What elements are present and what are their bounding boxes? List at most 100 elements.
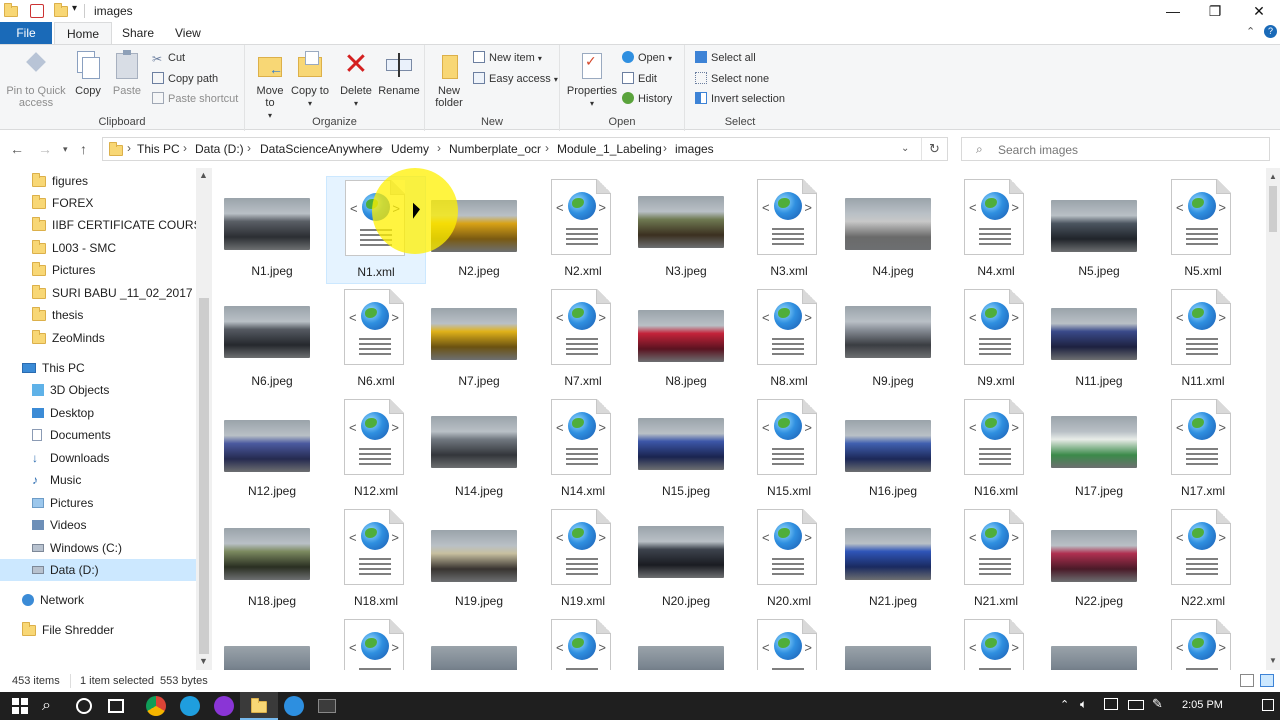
xml-file-item[interactable]: < > N18.xml [326, 506, 426, 614]
nav-music[interactable]: ♪ Music [32, 469, 81, 491]
paste-button[interactable]: Paste [108, 49, 146, 97]
select-all-button[interactable]: Select all [695, 49, 756, 67]
jpeg-file-item[interactable]: N22.jpeg [1049, 506, 1149, 614]
pin-quick-access-button[interactable]: Pin to Quick access [4, 49, 68, 109]
maximize-button[interactable]: ❐ [1192, 0, 1238, 22]
select-none-button[interactable]: Select none [695, 70, 769, 88]
xml-file-item[interactable]: < > N4.xml [946, 176, 1046, 284]
network-tray-icon[interactable] [1104, 698, 1118, 710]
breadcrumb-udemy[interactable]: Udemy [391, 142, 429, 156]
details-view-icon[interactable] [1240, 674, 1254, 687]
xml-file-item[interactable]: < > N7.xml [533, 286, 633, 394]
copy-button[interactable]: Copy [70, 49, 106, 97]
nav-file-shredder[interactable]: File Shredder [22, 619, 114, 641]
breadcrumb-numberplate-ocr[interactable]: Numberplate_ocr [449, 142, 541, 156]
customize-toolbar-icon[interactable]: ▾ [72, 3, 77, 14]
scroll-down-icon[interactable]: ▼ [199, 656, 208, 666]
xml-file-item[interactable]: < > N16.xml [946, 396, 1046, 504]
xml-file-item[interactable]: < > N3.xml [739, 176, 839, 284]
notification-icon[interactable] [1262, 699, 1274, 711]
sidebar-scrollbar[interactable]: ▲ ▼ [196, 168, 212, 670]
jpeg-file-item[interactable]: N8.jpeg [636, 286, 736, 394]
show-hidden-icons-icon[interactable]: ⌃ [1060, 698, 1069, 711]
nav-folder-forex[interactable]: FOREX [32, 192, 93, 214]
copy-path-button[interactable]: Copy path [152, 70, 218, 88]
nav-folder-iibf[interactable]: IIBF CERTIFICATE COURSE [32, 214, 210, 236]
jpeg-file-item[interactable]: N4.jpeg [843, 176, 943, 284]
close-button[interactable]: ✕ [1236, 0, 1280, 22]
paste-shortcut-button[interactable]: Paste shortcut [152, 90, 238, 108]
easy-access-button[interactable]: Easy access ▾ [473, 70, 558, 88]
nav-desktop[interactable]: Desktop [32, 402, 94, 424]
nav-documents[interactable]: Documents [32, 424, 111, 446]
xml-file-item[interactable]: < > N8.xml [739, 286, 839, 394]
jpeg-file-item[interactable]: N7.jpeg [429, 286, 529, 394]
chrome-icon[interactable] [146, 696, 166, 716]
xml-file-item[interactable]: < > N14.xml [533, 396, 633, 504]
move-to-button[interactable]: ← Move to ▾ [251, 49, 289, 122]
recent-locations-icon[interactable]: ▾ [63, 144, 68, 155]
xml-file-item[interactable]: < > N6.xml [326, 286, 426, 394]
nav-3d-objects[interactable]: 3D Objects [32, 379, 109, 401]
jpeg-file-item[interactable]: N11.jpeg [1049, 286, 1149, 394]
xml-file-item[interactable]: < > N5.xml [1153, 176, 1253, 284]
xml-file-item[interactable]: < > N17.xml [1153, 396, 1253, 504]
nav-network[interactable]: Network [22, 589, 84, 611]
breadcrumb-data-d[interactable]: Data (D:) [195, 142, 244, 156]
tab-home[interactable]: Home [54, 22, 113, 44]
jpeg-file-item[interactable]: N20.jpeg [636, 506, 736, 614]
xml-file-item[interactable]: < > N2.xml [533, 176, 633, 284]
pen-icon[interactable]: ✎ [1152, 696, 1163, 712]
scroll-down-icon[interactable]: ▼ [1269, 656, 1277, 665]
xml-file-item[interactable]: < > N15.xml [739, 396, 839, 504]
nav-windows-c[interactable]: Windows (C:) [32, 537, 122, 559]
up-arrow-icon[interactable]: ↑ [80, 141, 87, 157]
breadcrumb-module-1-labeling[interactable]: Module_1_Labeling [557, 142, 662, 156]
jpeg-file-item[interactable]: N12.jpeg [222, 396, 322, 504]
refresh-icon[interactable]: ↻ [929, 141, 940, 157]
nav-downloads[interactable]: ↓ Downloads [32, 447, 109, 469]
jpeg-file-item[interactable]: N1.jpeg [222, 176, 322, 284]
nav-pictures[interactable]: Pictures [32, 492, 93, 514]
cortana-icon[interactable] [76, 698, 92, 714]
nav-this-pc[interactable]: This PC [22, 357, 85, 379]
breadcrumb-images[interactable]: images [675, 142, 714, 156]
jpeg-file-item[interactable]: N19.jpeg [429, 506, 529, 614]
delete-button[interactable]: ✕ Delete ▾ [337, 49, 375, 110]
tab-view[interactable]: View [163, 22, 213, 44]
xml-file-item[interactable]: < > N19.xml [533, 506, 633, 614]
scroll-up-icon[interactable]: ▲ [199, 170, 208, 180]
tab-share[interactable]: Share [110, 22, 166, 44]
nav-folder-l003[interactable]: L003 - SMC [32, 237, 116, 259]
jpeg-file-item[interactable]: N15.jpeg [636, 396, 736, 504]
app-terminal-icon[interactable] [318, 699, 336, 713]
jpeg-file-item[interactable]: N14.jpeg [429, 396, 529, 504]
jpeg-file-item[interactable] [222, 616, 322, 670]
app-purple-icon[interactable] [214, 696, 234, 716]
breadcrumb-this-pc[interactable]: This PC [137, 142, 180, 156]
edit-button[interactable]: Edit [622, 70, 657, 88]
jpeg-file-item[interactable] [429, 616, 529, 670]
nav-folder-thesis[interactable]: thesis [32, 304, 83, 326]
jpeg-file-item[interactable]: N17.jpeg [1049, 396, 1149, 504]
properties-button[interactable]: ✓ Properties ▾ [566, 49, 618, 110]
nav-folder-zeominds[interactable]: ZeoMinds [32, 327, 105, 349]
app-bird-icon[interactable] [284, 696, 304, 716]
jpeg-file-item[interactable]: N3.jpeg [636, 176, 736, 284]
jpeg-file-item[interactable]: N21.jpeg [843, 506, 943, 614]
jpeg-file-item[interactable]: N18.jpeg [222, 506, 322, 614]
rename-button[interactable]: Rename [377, 49, 421, 97]
address-bar[interactable]: › This PC › Data (D:) › DataScienceAnywh… [102, 137, 948, 161]
forward-arrow-icon[interactable]: → [38, 141, 52, 157]
xml-file-item[interactable]: < > [533, 616, 633, 670]
xml-file-item[interactable]: < > [739, 616, 839, 670]
tab-file[interactable]: File [0, 22, 52, 44]
volume-icon[interactable]: 🔈︎ [1080, 697, 1087, 712]
nav-folder-figures[interactable]: figures [32, 170, 88, 192]
large-icons-view-icon[interactable] [1260, 674, 1274, 687]
jpeg-file-item[interactable] [1049, 616, 1149, 670]
properties-quick-icon[interactable] [30, 4, 44, 18]
xml-file-item[interactable]: < > N11.xml [1153, 286, 1253, 394]
scrollbar-thumb[interactable] [199, 298, 209, 654]
xml-file-item[interactable]: < > N9.xml [946, 286, 1046, 394]
